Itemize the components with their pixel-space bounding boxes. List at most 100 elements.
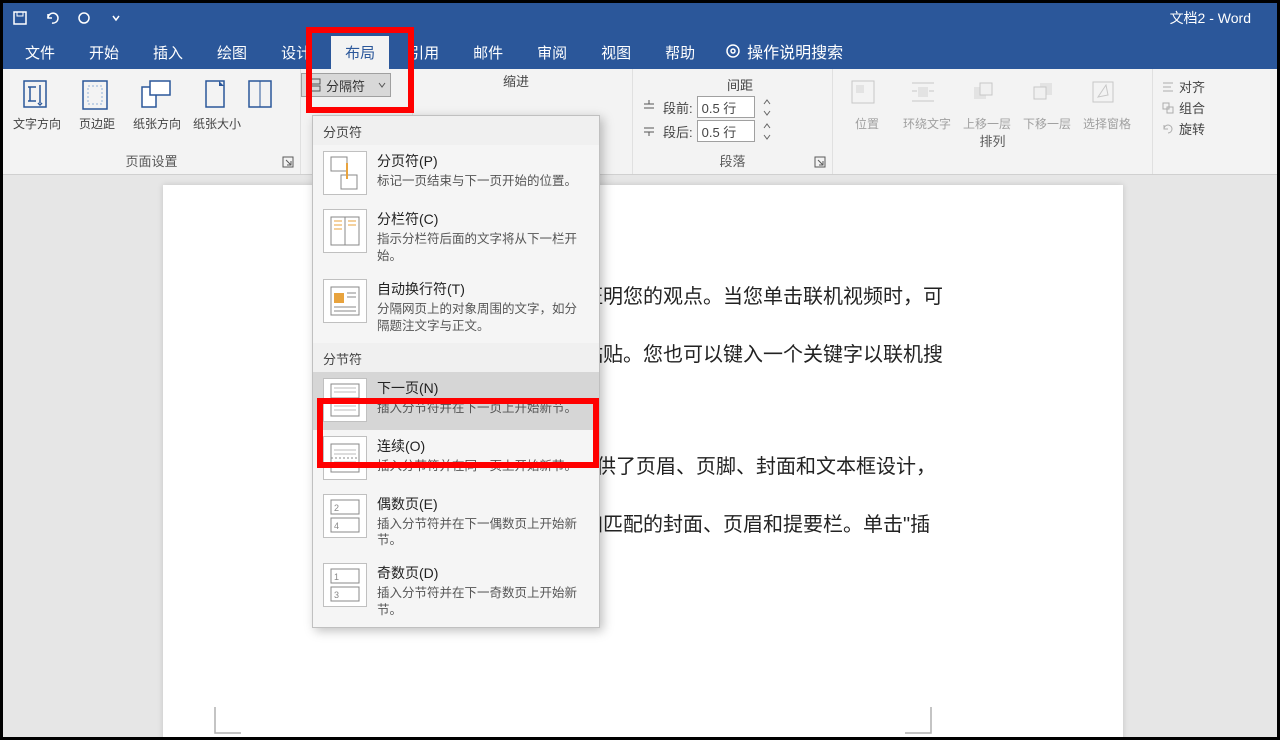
tab-file[interactable]: 文件	[11, 36, 69, 69]
align-button: 对齐	[1161, 77, 1205, 96]
orientation-icon	[138, 77, 176, 115]
section-odd-page[interactable]: 13 奇数页(D)插入分节符并在下一奇数页上开始新节。	[313, 557, 599, 627]
next-page-section-icon	[323, 378, 367, 422]
dropdown-section-sectionbreaks: 分节符	[313, 343, 599, 372]
arrange-group-label: 排列	[841, 131, 1144, 154]
doc-line: 中进行粘贴。您也可以键入一个关键字以联机搜	[523, 333, 1053, 377]
text-direction-button[interactable]: 文字方向	[11, 73, 63, 151]
margin-corner-icon	[903, 705, 933, 735]
group-page-setup: 文字方向 页边距 纸张方向 纸张大小 页面设置	[3, 69, 301, 174]
title-bar: 文档2 - Word	[3, 3, 1277, 33]
spacing-before-input[interactable]: 0.5 行	[697, 96, 755, 118]
bring-forward-button: 上移一层	[961, 73, 1013, 131]
margin-corner-icon	[213, 705, 243, 735]
undo-icon[interactable]	[41, 7, 63, 29]
tell-me-label: 操作说明搜索	[747, 39, 843, 63]
svg-text:1: 1	[334, 572, 339, 582]
svg-text:3: 3	[334, 590, 339, 600]
section-next-page[interactable]: 下一页(N)插入分节符并在下一页上开始新节。	[313, 372, 599, 430]
spacing-header: 间距	[727, 75, 753, 94]
margins-label: 页边距	[79, 117, 115, 131]
tab-mailings[interactable]: 邮件	[459, 36, 517, 69]
paragraph-group-label: 段落	[641, 151, 824, 174]
position-button: 位置	[841, 73, 893, 131]
tab-insert[interactable]: 插入	[139, 36, 197, 69]
odd-page-section-icon: 13	[323, 563, 367, 607]
svg-text:2: 2	[334, 503, 339, 513]
spacing-after-label: 段后:	[663, 122, 693, 141]
tab-view[interactable]: 视图	[587, 36, 645, 69]
send-backward-icon	[1028, 77, 1066, 115]
dropdown-section-pagebreaks: 分页符	[313, 116, 599, 145]
page-setup-group-label: 页面设置	[11, 151, 292, 174]
columns-icon	[247, 77, 285, 115]
send-backward-button: 下移一层	[1021, 73, 1073, 131]
position-icon	[848, 77, 886, 115]
breaks-icon	[306, 77, 322, 93]
section-even-page[interactable]: 24 偶数页(E)插入分节符并在下一偶数页上开始新节。	[313, 488, 599, 558]
orientation-button[interactable]: 纸张方向	[131, 73, 183, 151]
columns-button[interactable]	[251, 73, 281, 151]
window-title: 文档2 - Word	[127, 8, 1271, 28]
redo-icon[interactable]	[73, 7, 95, 29]
breaks-dropdown: 分页符 分页符(P)标记一页结束与下一页开始的位置。 分栏符(C)指示分栏符后面…	[312, 115, 600, 628]
spacing-before-label: 段前:	[663, 98, 693, 117]
spacing-before-icon	[641, 98, 659, 116]
margins-button[interactable]: 页边距	[71, 73, 123, 151]
orientation-label: 纸张方向	[133, 117, 181, 131]
quick-access-toolbar	[9, 7, 127, 29]
even-page-section-icon: 24	[323, 494, 367, 538]
tell-me-search[interactable]: 操作说明搜索	[715, 33, 853, 69]
tab-layout[interactable]: 布局	[331, 36, 389, 69]
document-body[interactable]: 帮助您证明您的观点。当您单击联机视频时，可 中进行粘贴。您也可以键入一个关键字以…	[163, 185, 1123, 641]
breaks-button[interactable]: 分隔符	[301, 73, 391, 97]
qat-dropdown-icon[interactable]	[105, 7, 127, 29]
selection-pane-icon	[1088, 77, 1126, 115]
size-label: 纸张大小	[193, 117, 241, 131]
size-button[interactable]: 纸张大小	[191, 73, 243, 151]
tab-help[interactable]: 帮助	[651, 36, 709, 69]
rotate-button: 旋转	[1161, 119, 1205, 138]
wrap-text-icon	[908, 77, 946, 115]
tab-review[interactable]: 审阅	[523, 36, 581, 69]
ribbon-body: 文字方向 页边距 纸张方向 纸张大小 页面设置 分隔符	[3, 69, 1277, 175]
column-break-icon	[323, 209, 367, 253]
group-paragraph: 缩进 间距 段前: 0.5 行 段后: 0.5 行	[633, 69, 833, 174]
ribbon-tabs: 文件 开始 插入 绘图 设计 布局 引用 邮件 审阅 视图 帮助 操作说明搜索	[3, 33, 1277, 69]
doc-line: 帮助您证明您的观点。当您单击联机视频时，可	[523, 275, 1053, 319]
page-1[interactable]: 帮助您证明您的观点。当您单击联机视频时，可 中进行粘贴。您也可以键入一个关键字以…	[163, 185, 1123, 737]
selection-pane-button: 选择窗格	[1081, 73, 1133, 131]
breaks-label: 分隔符	[326, 76, 365, 95]
margins-icon	[78, 77, 116, 115]
tab-draw[interactable]: 绘图	[203, 36, 261, 69]
continuous-section-icon	[323, 436, 367, 480]
svg-text:4: 4	[334, 521, 339, 531]
page-setup-launcher-icon[interactable]	[282, 156, 296, 170]
page-break-icon	[323, 151, 367, 195]
break-page[interactable]: 分页符(P)标记一页结束与下一页开始的位置。	[313, 145, 599, 203]
tab-references[interactable]: 引用	[395, 36, 453, 69]
spacing-after-input[interactable]: 0.5 行	[697, 120, 755, 142]
paragraph-launcher-icon[interactable]	[814, 156, 828, 170]
spacing-after-icon	[641, 122, 659, 140]
doc-line: 可以添加匹配的封面、页眉和提要栏。单击"插	[523, 503, 1053, 547]
break-column[interactable]: 分栏符(C)指示分栏符后面的文字将从下一栏开始。	[313, 203, 599, 273]
tab-home[interactable]: 开始	[75, 36, 133, 69]
text-direction-label: 文字方向	[13, 117, 61, 131]
group-arrange: 位置 环绕文字 上移一层 下移一层 选择窗格 排列	[833, 69, 1153, 174]
document-area: 帮助您证明您的观点。当您单击联机视频时，可 中进行粘贴。您也可以键入一个关键字以…	[3, 175, 1277, 737]
tab-design[interactable]: 设计	[267, 36, 325, 69]
size-icon	[198, 77, 236, 115]
doc-line: Word 提供了页眉、页脚、封面和文本框设计，	[523, 445, 1053, 489]
wrap-text-button: 环绕文字	[901, 73, 953, 131]
group-objects-button: 组合	[1161, 98, 1205, 117]
spacing-before-stepper[interactable]	[759, 96, 775, 118]
break-text-wrapping[interactable]: 自动换行符(T)分隔网页上的对象周围的文字，如分隔题注文字与正文。	[313, 273, 599, 343]
text-wrap-break-icon	[323, 279, 367, 323]
text-direction-icon	[18, 77, 56, 115]
save-icon[interactable]	[9, 7, 31, 29]
bring-forward-icon	[968, 77, 1006, 115]
spacing-after-stepper[interactable]	[759, 120, 775, 142]
chevron-down-icon	[378, 81, 386, 89]
section-continuous[interactable]: 连续(O)插入分节符并在同一页上开始新节。	[313, 430, 599, 488]
